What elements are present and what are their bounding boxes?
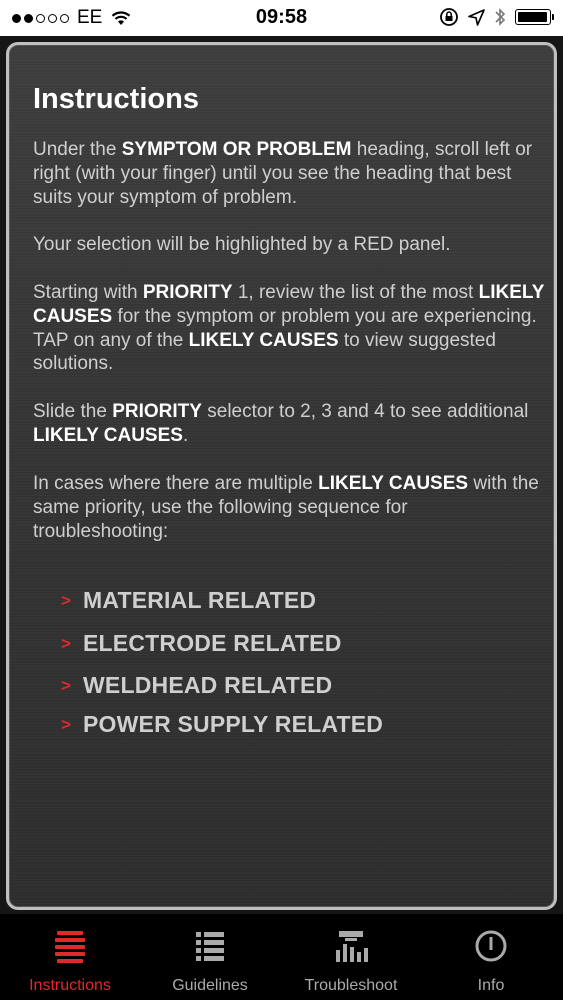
- cause-label: ELECTRODE RELATED: [83, 630, 342, 656]
- tab-label: Guidelines: [172, 977, 248, 994]
- cause-item-weldhead: > WELDHEAD RELATED: [61, 672, 332, 699]
- rotation-lock-icon: [440, 8, 458, 26]
- chevron-right-icon: >: [61, 675, 71, 695]
- tab-troubleshoot[interactable]: Troubleshoot: [281, 914, 421, 1000]
- location-arrow-icon: [468, 8, 485, 26]
- bluetooth-icon: [495, 8, 506, 26]
- power-info-icon: [475, 930, 507, 962]
- cause-item-electrode: > ELECTRODE RELATED: [61, 630, 342, 657]
- status-right: [439, 7, 554, 27]
- tab-label: Instructions: [29, 977, 111, 994]
- chevron-right-icon: >: [61, 633, 71, 653]
- cause-item-power-supply: > POWER SUPPLY RELATED: [61, 711, 383, 738]
- tab-bar: Instructions Guidelines Troubleshoot Inf…: [0, 914, 563, 1000]
- bulleted-list-icon: [196, 932, 224, 961]
- instruction-paragraph-2: Your selection will be highlighted by a …: [33, 234, 451, 255]
- equalizer-icon: [336, 931, 368, 962]
- cause-label: WELDHEAD RELATED: [83, 672, 333, 698]
- tab-info[interactable]: Info: [421, 914, 561, 1000]
- instructions-panel: Instructions Under the SYMPTOM OR PROBLE…: [6, 42, 557, 910]
- list-lines-icon: [55, 931, 85, 963]
- tab-label: Troubleshoot: [304, 977, 398, 994]
- status-bar: EE 09:58: [0, 0, 563, 36]
- cause-label: MATERIAL RELATED: [83, 587, 317, 613]
- tab-instructions[interactable]: Instructions: [0, 914, 140, 1000]
- tab-guidelines[interactable]: Guidelines: [140, 914, 280, 1000]
- instruction-paragraph-1: Under the SYMPTOM OR PROBLEM heading, sc…: [33, 139, 533, 208]
- cause-label: POWER SUPPLY RELATED: [83, 711, 384, 737]
- chevron-right-icon: >: [61, 590, 71, 610]
- battery-icon: [515, 9, 554, 25]
- tab-label: Info: [477, 977, 505, 994]
- cause-item-material: > MATERIAL RELATED: [61, 587, 316, 614]
- instruction-paragraph-5: In cases where there are multiple LIKELY…: [33, 473, 539, 542]
- instruction-paragraph-4: Slide the PRIORITY selector to 2, 3 and …: [33, 401, 529, 446]
- chevron-right-icon: >: [61, 714, 71, 734]
- instruction-paragraph-3: Starting with PRIORITY 1, review the lis…: [33, 282, 545, 375]
- page-title: Instructions: [33, 83, 199, 115]
